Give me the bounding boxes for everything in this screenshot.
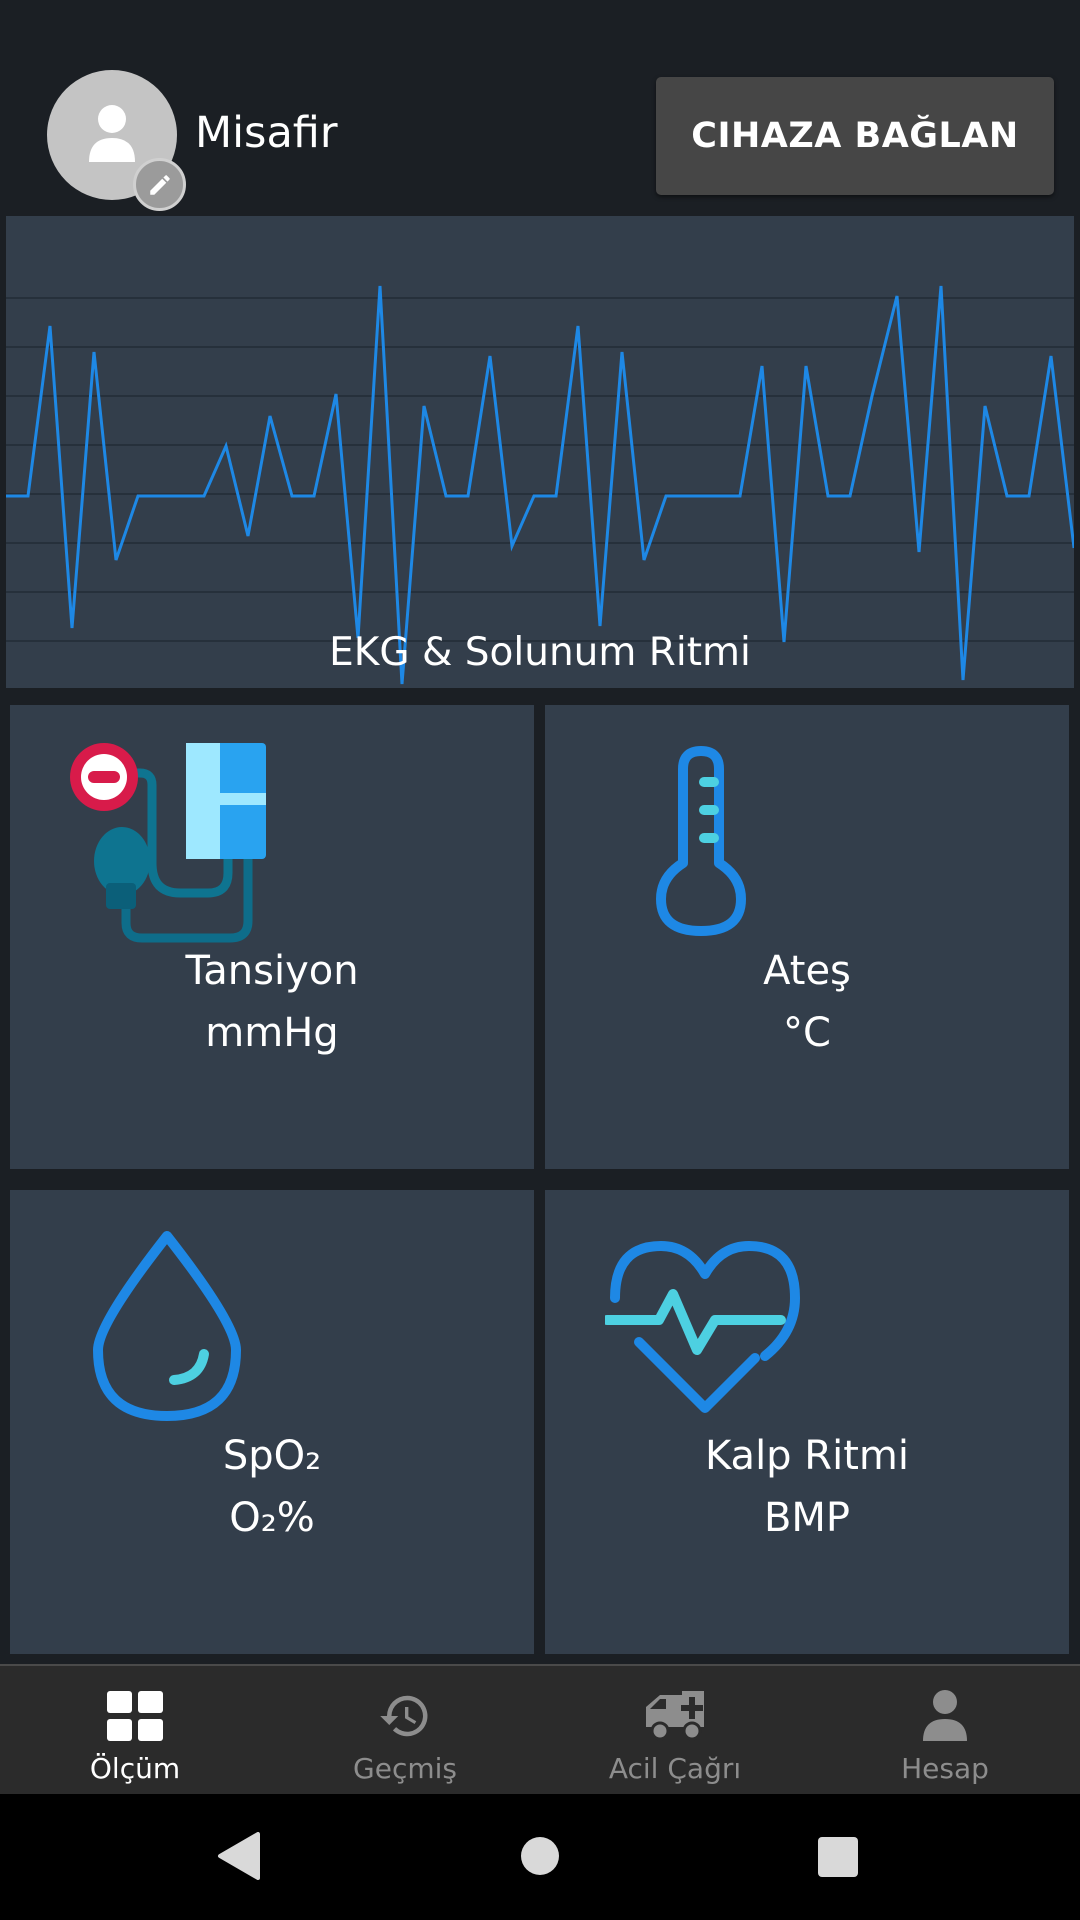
tile-title: Kalp Ritmi bbox=[705, 1433, 909, 1479]
bottom-navigation: Ölçüm Geçmiş Acil Çağrı Hesap bbox=[0, 1664, 1080, 1796]
avatar-person-icon bbox=[89, 105, 135, 162]
tile-blood-pressure[interactable]: Tansiyon mmHg bbox=[10, 705, 534, 1169]
app-screen: Misafir CIHAZA BAĞLAN EKG & Solunum Ritm… bbox=[0, 0, 1080, 1920]
blood-pressure-monitor-icon bbox=[70, 743, 266, 943]
tile-title: Tansiyon bbox=[185, 948, 359, 994]
heart-pulse-icon bbox=[605, 1241, 800, 1413]
nav-item-hesap[interactable]: Hesap bbox=[810, 1666, 1080, 1796]
history-icon bbox=[380, 1695, 428, 1737]
person-icon bbox=[923, 1690, 967, 1741]
pencil-icon bbox=[149, 174, 170, 195]
ekg-label: EKG & Solunum Ritmi bbox=[329, 630, 751, 675]
thermometer-icon bbox=[656, 746, 746, 936]
nav-item-acil-cagri[interactable]: Acil Çağrı bbox=[540, 1666, 810, 1796]
tile-title: Ateş bbox=[763, 948, 851, 994]
tile-unit: BMP bbox=[763, 1495, 851, 1541]
header: Misafir CIHAZA BAĞLAN bbox=[0, 0, 1080, 212]
recents-icon[interactable] bbox=[817, 1832, 859, 1880]
avatar[interactable] bbox=[47, 70, 186, 211]
nav-item-gecmis[interactable]: Geçmiş bbox=[270, 1666, 540, 1796]
user-name: Misafir bbox=[195, 108, 338, 158]
tile-temperature[interactable]: Ateş °C bbox=[545, 705, 1069, 1169]
nav-label: Hesap bbox=[901, 1752, 989, 1785]
tile-unit: °C bbox=[783, 1010, 831, 1056]
ekg-panel: EKG & Solunum Ritmi bbox=[6, 216, 1074, 688]
edit-avatar-button[interactable] bbox=[133, 158, 186, 211]
nav-item-olcum[interactable]: Ölçüm bbox=[0, 1666, 270, 1796]
back-icon[interactable] bbox=[216, 1832, 260, 1880]
tile-unit: O₂% bbox=[229, 1495, 315, 1541]
water-drop-icon bbox=[93, 1231, 241, 1421]
connect-device-button[interactable]: CIHAZA BAĞLAN bbox=[656, 77, 1054, 195]
tile-heart-rate[interactable]: Kalp Ritmi BMP bbox=[545, 1190, 1069, 1654]
dashboard-grid-icon bbox=[107, 1691, 163, 1741]
ekg-waveform bbox=[6, 285, 1074, 685]
nav-label: Acil Çağrı bbox=[608, 1752, 742, 1785]
tile-title: SpO₂ bbox=[222, 1433, 322, 1479]
tile-spo2[interactable]: SpO₂ O₂% bbox=[10, 1190, 534, 1654]
ambulance-icon bbox=[646, 1691, 704, 1741]
tile-unit: mmHg bbox=[205, 1010, 339, 1056]
nav-label: Geçmiş bbox=[353, 1752, 457, 1785]
nav-label: Ölçüm bbox=[89, 1752, 181, 1785]
home-icon[interactable] bbox=[520, 1832, 560, 1880]
system-navigation-bar bbox=[0, 1794, 1080, 1920]
ekg-chart bbox=[6, 285, 1074, 685]
